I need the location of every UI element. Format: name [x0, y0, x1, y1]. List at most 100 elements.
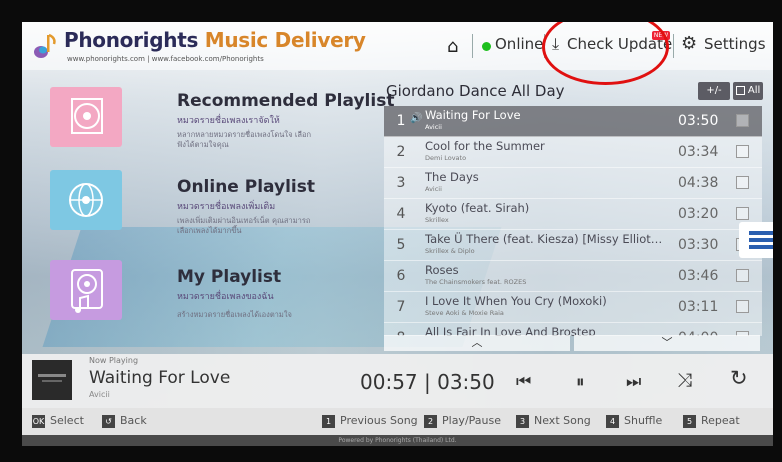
playback-time: 00:57 | 03:50 [360, 370, 495, 394]
track-title: I Love It When You Cry (Moxoki) [425, 294, 607, 308]
select-all-label: All [747, 85, 761, 96]
repeat-icon[interactable]: ↻ [730, 366, 748, 390]
album-art [32, 360, 72, 400]
header-divider [673, 34, 674, 58]
brand-url: www.phonorights.com | www.facebook.com/P… [67, 55, 264, 63]
track-duration: 03:11 [678, 299, 719, 315]
play-pause-hint: Play/Pause [442, 414, 501, 427]
track-number: 2 [396, 144, 406, 160]
track-row[interactable]: 4 Kyoto (feat. Sirah) Skrillex 03:20 [384, 199, 762, 230]
online-status-dot [482, 42, 491, 51]
globe-disc-icon [69, 183, 103, 217]
previous-icon[interactable]: ⏮ [516, 372, 531, 392]
track-artist: Demi Lovato [425, 154, 467, 162]
my-playlist-tile[interactable] [50, 260, 122, 320]
track-checkbox[interactable] [736, 176, 749, 189]
track-title: Waiting For Love [425, 108, 521, 122]
now-playing-title: Waiting For Love [89, 368, 231, 388]
track-artist: Steve Aoki & Moxie Raia [425, 309, 504, 317]
menu-bar-icon [749, 245, 773, 249]
track-row[interactable]: 1 🔊 Waiting For Love Avicii 03:50 [384, 106, 762, 137]
track-duration: 03:30 [678, 237, 719, 253]
category-desc-online: เพลงเพิ่มเติมผ่านอินเทอร์เน็ต คุณสามารถเ… [177, 216, 311, 235]
shuffle-icon[interactable]: ⤨ [677, 369, 692, 391]
track-checkbox[interactable] [736, 269, 749, 282]
online-playlist-tile[interactable] [50, 170, 122, 230]
key-2-icon: 2 [424, 415, 437, 428]
previous-song-hint: Previous Song [340, 414, 418, 427]
now-playing-label: Now Playing [89, 356, 139, 365]
ok-key-icon: OK [32, 415, 45, 428]
brand-name-part2: Music Delivery [204, 28, 366, 52]
track-duration: 03:20 [678, 206, 719, 222]
brand-name-part1: Phonorights [64, 28, 199, 52]
speaker-icon: 🔊 [410, 113, 423, 124]
key-5-icon: 5 [683, 415, 696, 428]
now-playing-artist: Avicii [89, 390, 110, 399]
track-number: 4 [396, 206, 406, 222]
track-artist: Skrillex & Diplo [425, 247, 475, 255]
key-3-icon: 3 [516, 415, 529, 428]
track-number: 3 [396, 175, 406, 191]
header-divider [472, 34, 473, 58]
category-title-recommended[interactable]: Recommended Playlist [177, 91, 394, 111]
track-title: Roses [425, 263, 459, 277]
recommended-playlist-tile[interactable] [50, 87, 122, 147]
category-title-online[interactable]: Online Playlist [177, 177, 315, 197]
category-subtitle-recommended: หมวดรายชื่อเพลงเราจัดให้ [177, 116, 280, 126]
category-desc-my: สร้างหมวดรายชื่อเพลงได้เองตามใจ [177, 310, 292, 319]
playlist-title: Giordano Dance All Day [386, 82, 565, 100]
select-hint: Select [50, 414, 84, 427]
track-artist: Avicii [425, 123, 442, 131]
category-desc-recommended: หลากหลายหมวดรายชื่อเพลงโดนใจ เลือกฟังได้… [177, 130, 312, 149]
add-remove-button[interactable]: +/- [698, 82, 730, 100]
track-checkbox[interactable] [736, 207, 749, 220]
back-hint: Back [120, 414, 147, 427]
track-title: Kyoto (feat. Sirah) [425, 201, 530, 215]
footer-credit: Powered by Phonorights (Thailand) Ltd. [22, 435, 773, 446]
pause-icon[interactable]: ⏸ [576, 372, 585, 392]
track-artist: Skrillex [425, 216, 449, 224]
track-row[interactable]: 3 The Days Avicii 04:38 [384, 168, 762, 199]
key-1-icon: 1 [322, 415, 335, 428]
track-number: 7 [396, 299, 406, 315]
track-checkbox[interactable] [736, 145, 749, 158]
track-row[interactable]: 2 Cool for the Summer Demi Lovato 03:34 [384, 137, 762, 168]
key-4-icon: 4 [606, 415, 619, 428]
scroll-down-button[interactable]: ﹀ [574, 335, 760, 351]
category-subtitle-my: หมวดรายชื่อเพลงของฉัน [177, 292, 274, 302]
side-menu-handle[interactable] [739, 222, 773, 258]
category-title-my[interactable]: My Playlist [177, 267, 281, 287]
settings-button[interactable]: Settings [704, 35, 766, 53]
track-row[interactable]: 6 Roses The Chainsmokers feat. ROZES 03:46 [384, 261, 762, 292]
cd-note-icon [71, 269, 103, 313]
home-icon[interactable]: ⌂ [447, 36, 458, 57]
track-checkbox[interactable] [736, 114, 749, 127]
back-key-icon: ↺ [102, 415, 115, 428]
track-duration: 03:34 [678, 144, 719, 160]
track-duration: 03:46 [678, 268, 719, 284]
select-all-button[interactable]: All [733, 82, 763, 100]
track-checkbox[interactable] [736, 300, 749, 313]
music-note-logo-icon [32, 32, 60, 60]
gear-icon[interactable]: ⚙ [681, 33, 697, 54]
category-subtitle-online: หมวดรายชื่อเพลงเพิ่มเติม [177, 202, 276, 212]
track-duration: 03:50 [678, 113, 719, 129]
scroll-up-button[interactable]: ︿ [384, 335, 570, 351]
track-duration: 04:38 [678, 175, 719, 191]
track-artist: Avicii [425, 185, 442, 193]
track-number: 1 [396, 113, 406, 129]
track-number: 6 [396, 268, 406, 284]
track-row[interactable]: 7 I Love It When You Cry (Moxoki) Steve Ao… [384, 292, 762, 323]
track-row[interactable]: 5 Take Ü There (feat. Kiesza) [Missy Elli… [384, 230, 762, 261]
track-list: 1 🔊 Waiting For Love Avicii 03:50 2 Cool for t… [384, 106, 762, 336]
vinyl-record-icon [71, 98, 103, 134]
tv-screen: Phonorights Music Delivery www.phonorigh… [22, 22, 773, 446]
next-song-hint: Next Song [534, 414, 591, 427]
next-icon[interactable]: ⏭ [626, 372, 641, 392]
shuffle-hint: Shuffle [624, 414, 663, 427]
track-title: The Days [425, 170, 479, 184]
checkbox-icon [735, 85, 745, 95]
menu-bar-icon [749, 231, 773, 235]
track-title: Cool for the Summer [425, 139, 545, 153]
